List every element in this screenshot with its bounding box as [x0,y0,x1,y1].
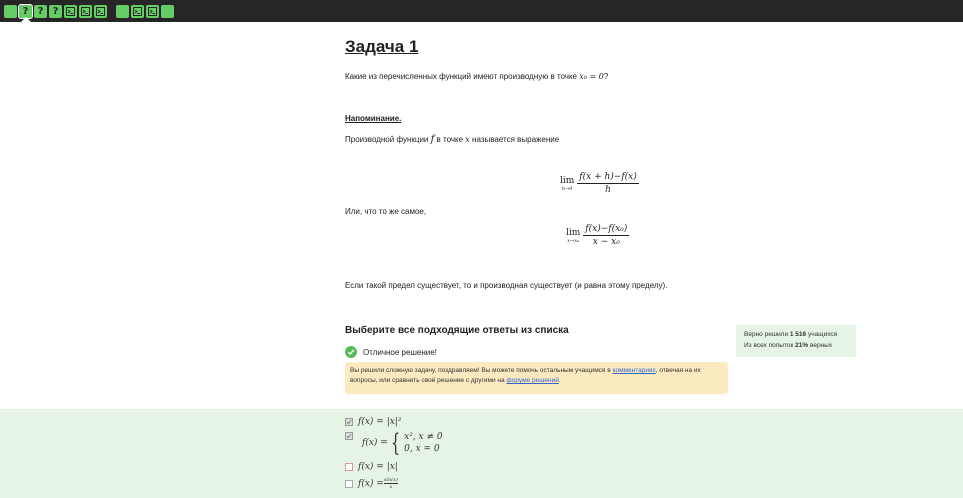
reminder-heading: Напоминание. [345,114,402,123]
fraction-numerator: f(x + h)−f(x) [577,172,639,184]
definition-prefix: Производной функции [345,135,431,144]
lim-label: lim [560,175,575,186]
notice-text-3: . [558,377,561,384]
limit-operator: lim h→0 [560,176,574,192]
case-1: x², x ≠ 0 [404,432,443,442]
step-5-code[interactable] [79,5,92,18]
lim-label: lim [566,227,581,238]
conclusion-text: Если такой предел существует, то и произ… [345,281,668,290]
question-icon: ? [22,5,29,17]
option-1[interactable]: f(x) = |x|² [345,417,401,427]
accuracy-percent: 21% [795,342,809,349]
success-message: Отличное решение! [363,348,437,357]
option-checkbox[interactable] [345,463,353,471]
lim-subscript: h→0 [561,185,573,192]
option-lhs: f(x) = [362,438,388,448]
question-text: Какие из перечисленных функций имеют про… [345,72,608,81]
question-prefix: Какие из перечисленных функций имеют про… [345,72,580,81]
question-suffix: ? [603,72,609,81]
step-navigation-bar: ? ? ? [0,0,963,22]
fraction-denominator: h [605,185,611,195]
success-check-icon [345,346,357,358]
code-terminal-icon [66,7,75,16]
option-formula: f(x) = |x| [358,462,398,472]
definition-mid: в точке [434,135,466,144]
option-checkbox[interactable] [345,479,353,488]
task-title: Задача 1 [345,37,419,56]
step-7[interactable] [116,5,129,18]
question-math: x₀ = 0 [579,72,604,81]
option-2[interactable]: f(x) = { x², x ≠ 0 0, x = 0 [345,431,443,455]
solutions-forum-link[interactable]: форуме решений [506,377,558,384]
code-terminal-icon [148,7,157,16]
step-4-code[interactable] [64,5,77,18]
step-3-question[interactable]: ? [49,5,62,18]
or-text: Или, что то же самое, [345,207,427,216]
question-icon: ? [37,5,44,17]
piecewise-formula: f(x) = { x², x ≠ 0 0, x = 0 [362,431,443,455]
option-formula: f(x) = |x|² [358,417,402,427]
solved-prefix: Верно решили [744,331,790,338]
option-lhs: f(x) = [358,478,384,489]
fraction-numerator: f(x)−f(x₀) [583,224,630,236]
lim-subscript: x→x₀ [567,237,580,244]
case-2: 0, x = 0 [404,444,440,454]
fraction-denominator: x [389,484,393,490]
code-terminal-icon [81,7,90,16]
solved-count-line: Верно решили 1 516 учащихся [744,329,848,340]
accuracy-line: Из всех попыток 21% верных [744,340,848,351]
step-0[interactable] [4,5,17,18]
accuracy-suffix: верных [808,342,833,349]
option-4[interactable]: f(x) = sin(x) x [345,477,398,490]
accuracy-prefix: Из всех попыток [744,342,796,349]
option-checkbox[interactable] [345,418,353,426]
definition-text: Производной функции f в точке x называет… [345,134,559,145]
fraction-numerator: sin(x) [383,477,398,484]
step-10[interactable] [161,5,174,18]
comments-link[interactable]: комментариях [613,367,656,374]
answer-section-title: Выберите все подходящие ответы из списка [345,325,569,336]
limit-fraction: f(x + h)−f(x) h [577,172,639,195]
stats-panel: Верно решили 1 516 учащихся Из всех попы… [736,325,856,357]
code-terminal-icon [96,7,105,16]
fraction-denominator: x − x₀ [592,237,620,247]
option-fraction: sin(x) x [383,477,398,490]
checkmark-icon [346,419,352,425]
left-brace-icon: { [390,429,401,457]
congrats-notice: Вы решили сложную задачу, поздравляем! В… [345,362,728,394]
definition-suffix: называется выражение [469,135,560,144]
step-2-question[interactable]: ? [34,5,47,18]
solved-suffix: учащихся [806,331,838,338]
limit-operator: lim x→x₀ [566,228,580,244]
notice-text-1: Вы решили сложную задачу, поздравляем! В… [350,367,613,374]
solved-count: 1 516 [789,331,807,338]
question-icon: ? [52,5,59,17]
checkmark-icon [346,433,352,439]
option-checkbox[interactable] [345,432,353,440]
limit-fraction: f(x)−f(x₀) x − x₀ [583,224,630,247]
limit-formula-2: lim x→x₀ f(x)−f(x₀) x − x₀ [566,224,630,247]
step-6-code[interactable] [94,5,107,18]
limit-formula-1: lim h→0 f(x + h)−f(x) h [560,172,639,195]
code-terminal-icon [133,7,142,16]
option-3[interactable]: f(x) = |x| [345,462,398,472]
current-step-pointer-icon [21,17,31,22]
step-8-code[interactable] [131,5,144,18]
step-9-code[interactable] [146,5,159,18]
answer-options-panel [0,409,963,498]
cases: x², x ≠ 0 0, x = 0 [404,431,442,455]
